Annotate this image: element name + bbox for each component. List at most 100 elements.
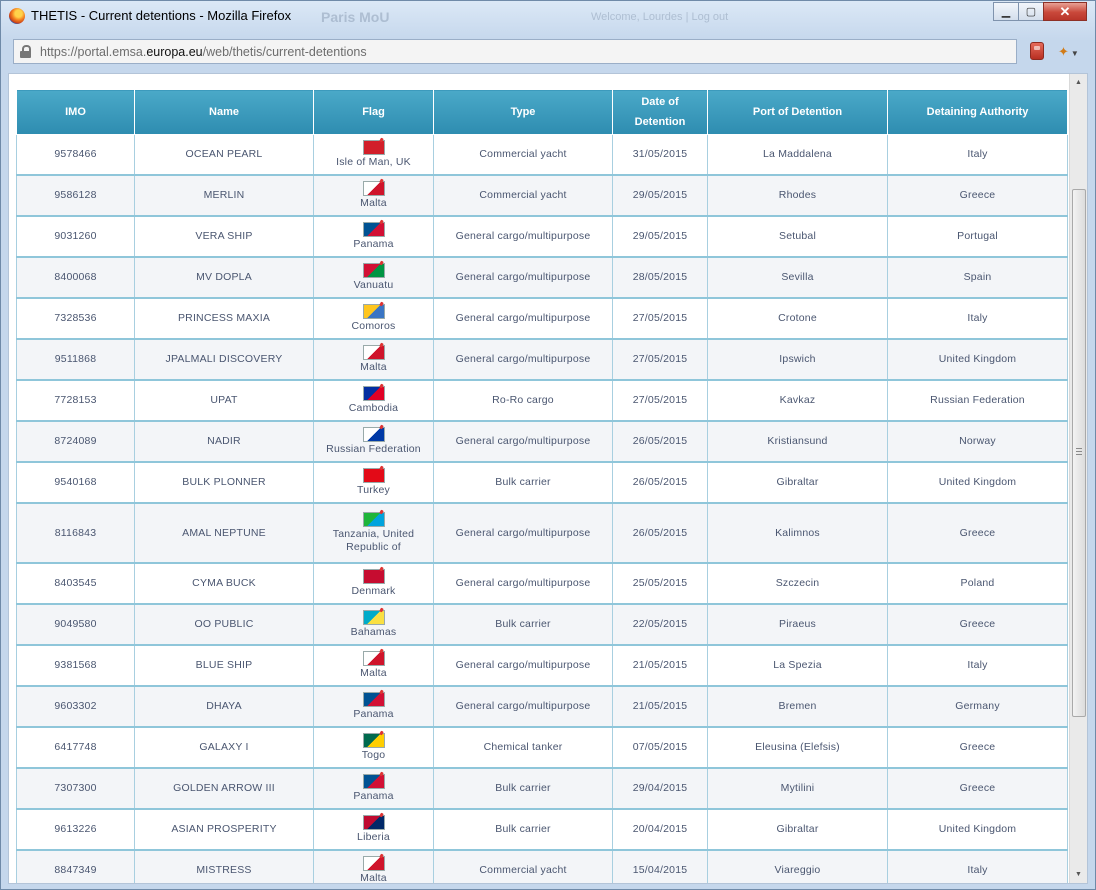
- scroll-thumb[interactable]: [1072, 189, 1086, 717]
- cell-name: MISTRESS: [134, 850, 314, 883]
- flag-name: Panama: [353, 708, 394, 720]
- cell-name: CYMA BUCK: [134, 563, 314, 605]
- cell-port: Gibraltar: [707, 809, 888, 851]
- flag-icon: [362, 607, 385, 625]
- table-row: 8116843 AMAL NEPTUNE Tanzania, United Repu…: [16, 503, 1068, 564]
- cell-port: Crotone: [707, 298, 888, 340]
- extension-icon[interactable]: [1030, 42, 1044, 60]
- flag-name: Bahamas: [350, 626, 397, 638]
- cell-authority: Spain: [887, 257, 1068, 299]
- cell-imo: 9613226: [16, 809, 135, 851]
- window-controls: ▁ ▢ ✕: [993, 2, 1087, 22]
- background-logo-text: Paris MoU: [321, 9, 390, 25]
- table-row: 8403545 CYMA BUCK Denmark General cargo/mul…: [16, 563, 1068, 605]
- cell-imo: 7728153: [16, 380, 135, 422]
- url-text[interactable]: https://portal.emsa.europa.eu/web/thetis…: [40, 45, 367, 59]
- flag-icon: [362, 260, 385, 278]
- cell-date: 21/05/2015: [612, 645, 708, 687]
- header-flag[interactable]: Flag: [313, 89, 434, 135]
- cell-flag: Malta: [313, 850, 434, 884]
- cell-authority: Portugal: [887, 216, 1068, 258]
- cell-imo: 9603302: [16, 686, 135, 728]
- cell-flag: Panama: [313, 768, 434, 810]
- cell-port: La Spezia: [707, 645, 888, 687]
- cell-port: Sevilla: [707, 257, 888, 299]
- cell-type: Commercial yacht: [433, 850, 613, 883]
- cell-name: JPALMALI DISCOVERY: [134, 339, 314, 381]
- cell-authority: United Kingdom: [887, 339, 1068, 381]
- cell-flag: Malta: [313, 175, 434, 217]
- cell-type: General cargo/multipurpose: [433, 503, 613, 564]
- cell-date: 31/05/2015: [612, 134, 708, 176]
- detentions-table: IMO Name Flag Type Date of Detention Port…: [16, 89, 1068, 884]
- cell-port: La Maddalena: [707, 134, 888, 176]
- cell-port: Kalimnos: [707, 503, 888, 564]
- cell-type: General cargo/multipurpose: [433, 339, 613, 381]
- header-imo[interactable]: IMO: [16, 89, 135, 135]
- cell-flag: Comoros: [313, 298, 434, 340]
- flag-icon: [362, 219, 385, 237]
- cell-type: General cargo/multipurpose: [433, 421, 613, 463]
- vertical-scrollbar[interactable]: ▲ ▼: [1069, 74, 1087, 883]
- flag-name: Malta: [360, 197, 387, 209]
- cell-name: VERA SHIP: [134, 216, 314, 258]
- cell-flag: Panama: [313, 686, 434, 728]
- header-date[interactable]: Date of Detention: [612, 89, 708, 135]
- table-row: 8847349 MISTRESS Malta Commercial yacht 15/0…: [16, 850, 1068, 884]
- flag-name: Malta: [360, 667, 387, 679]
- cell-flag: Russian Federation: [313, 421, 434, 463]
- cell-type: Bulk carrier: [433, 809, 613, 851]
- cell-date: 29/05/2015: [612, 175, 708, 217]
- cell-port: Viareggio: [707, 850, 888, 883]
- cell-port: Szczecin: [707, 563, 888, 605]
- cell-authority: Poland: [887, 563, 1068, 605]
- browser-window: THETIS - Current detentions - Mozilla Fi…: [0, 0, 1096, 890]
- scroll-down-arrow-icon[interactable]: ▼: [1070, 866, 1087, 883]
- flag-name: Turkey: [357, 484, 390, 496]
- cell-port: Mytilini: [707, 768, 888, 810]
- flag-name: Comoros: [351, 320, 396, 332]
- flag-name: Russian Federation: [326, 443, 421, 455]
- cell-name: GALAXY I: [134, 727, 314, 769]
- table-row: 9603302 DHAYA Panama General cargo/multipur…: [16, 686, 1068, 728]
- flag-name: Isle of Man, UK: [336, 156, 411, 168]
- flag-icon: [362, 730, 385, 748]
- table-row: 9540168 BULK PLONNER Turkey Bulk carrier 26/…: [16, 462, 1068, 504]
- cell-date: 22/05/2015: [612, 604, 708, 646]
- table-row: 9049580 OO PUBLIC Bahamas Bulk carrier 22/05…: [16, 604, 1068, 646]
- cell-authority: United Kingdom: [887, 462, 1068, 504]
- title-bar: THETIS - Current detentions - Mozilla Fi…: [1, 1, 1095, 31]
- cell-type: Chemical tanker: [433, 727, 613, 769]
- cell-type: Bulk carrier: [433, 768, 613, 810]
- cell-imo: 6417748: [16, 727, 135, 769]
- table-row: 7728153 UPAT Cambodia Ro-Ro cargo 27/05/2015…: [16, 380, 1068, 422]
- cell-name: GOLDEN ARROW III: [134, 768, 314, 810]
- header-name[interactable]: Name: [134, 89, 314, 135]
- flag-icon: [362, 424, 385, 442]
- flag-name: Malta: [360, 872, 387, 884]
- cell-authority: Greece: [887, 604, 1068, 646]
- cell-port: Setubal: [707, 216, 888, 258]
- header-port[interactable]: Port of Detention: [707, 89, 888, 135]
- close-button[interactable]: ✕: [1043, 2, 1087, 21]
- cell-flag: Cambodia: [313, 380, 434, 422]
- cell-type: Ro-Ro cargo: [433, 380, 613, 422]
- extension-menu-icon[interactable]: ✦ ▼: [1058, 44, 1079, 60]
- url-bar[interactable]: https://portal.emsa.europa.eu/web/thetis…: [13, 39, 1017, 64]
- flag-icon: [362, 771, 385, 789]
- table-row: 9586128 MERLIN Malta Commercial yacht 29/05/…: [16, 175, 1068, 217]
- minimize-button[interactable]: ▁: [993, 2, 1019, 21]
- scroll-up-arrow-icon[interactable]: ▲: [1070, 74, 1087, 91]
- cell-imo: 9381568: [16, 645, 135, 687]
- cell-name: MV DOPLA: [134, 257, 314, 299]
- header-authority[interactable]: Detaining Authority: [887, 89, 1068, 135]
- flag-name: Denmark: [351, 585, 396, 597]
- cell-port: Bremen: [707, 686, 888, 728]
- maximize-button[interactable]: ▢: [1018, 2, 1044, 21]
- flag-name: Vanuatu: [353, 279, 394, 291]
- cell-flag: Turkey: [313, 462, 434, 504]
- background-page-ghost: Paris MoU Welcome, Lourdes | Log out: [261, 5, 761, 27]
- header-type[interactable]: Type: [433, 89, 613, 135]
- flag-icon: [362, 853, 385, 871]
- cell-authority: Italy: [887, 134, 1068, 176]
